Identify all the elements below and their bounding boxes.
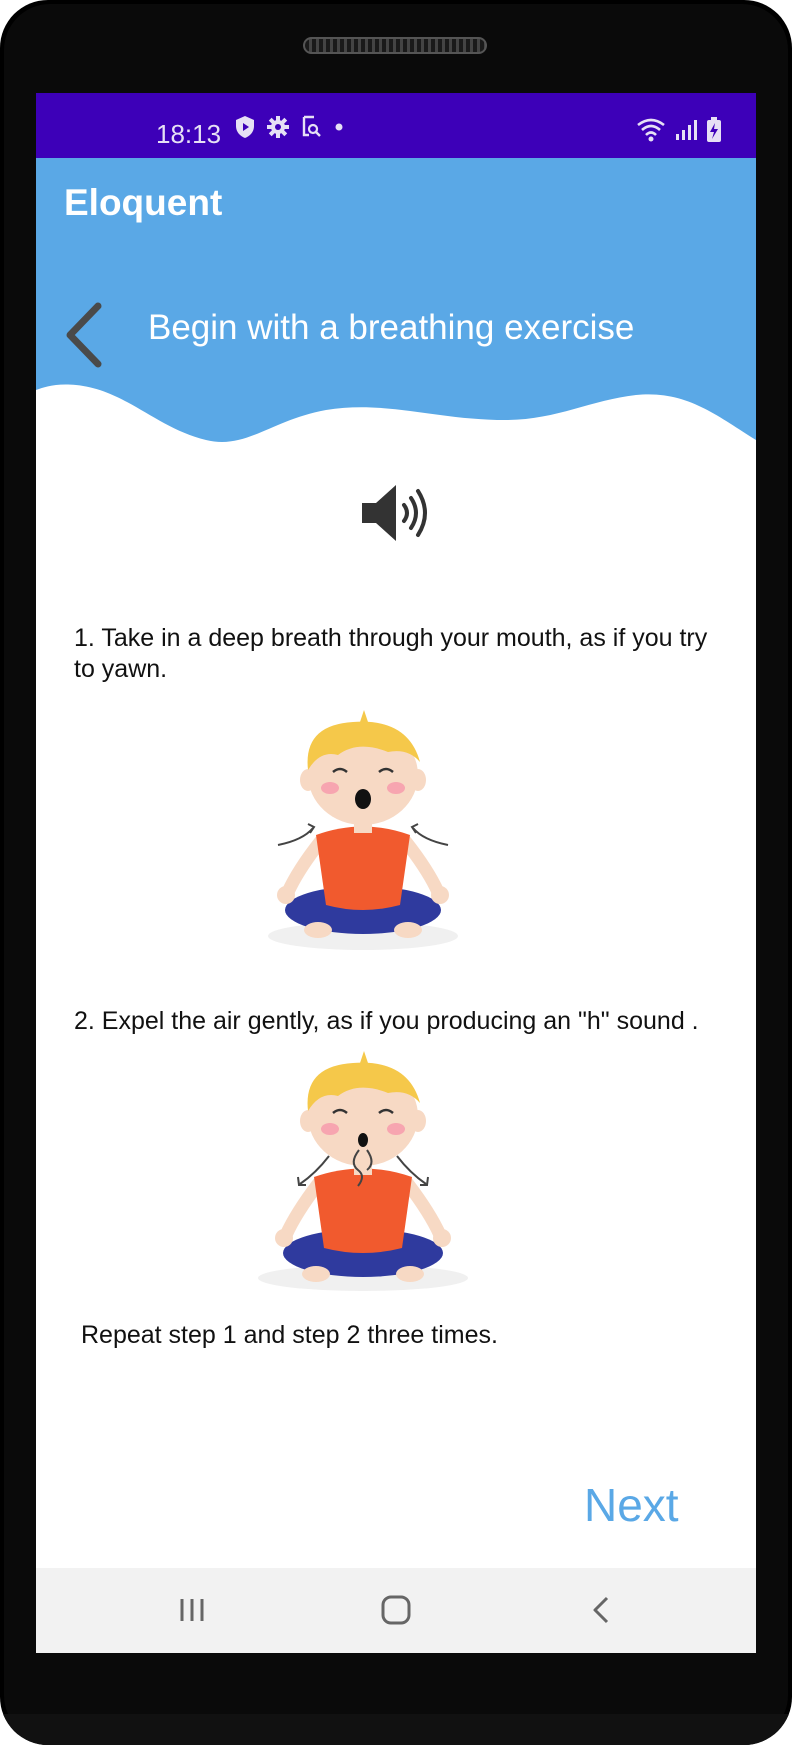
signal-icon (676, 120, 697, 140)
app-title: Eloquent (64, 182, 223, 223)
recent-apps-icon[interactable] (172, 1593, 212, 1627)
child-exhaling-illustration (258, 1051, 468, 1291)
repeat-instruction: Repeat step 1 and step 2 three times. (81, 1321, 498, 1349)
shield-play-icon (236, 116, 254, 138)
back-icon[interactable] (582, 1593, 622, 1627)
status-left-icons (234, 115, 346, 139)
child-inhaling-illustration (268, 710, 458, 950)
speaker-volume-icon[interactable] (358, 481, 434, 545)
status-bar: 18:13 (36, 93, 756, 158)
phone-chin (0, 1714, 792, 1745)
status-right-icons (636, 117, 722, 143)
next-button[interactable]: Next (584, 1478, 679, 1532)
dot-icon (335, 123, 343, 131)
screen: 18:13 Eloquent Begin with a breathing ex… (36, 93, 756, 1653)
header-band: Begin with a breathing exercise (36, 250, 756, 470)
header-wave-background (36, 250, 756, 443)
earpiece-speaker (303, 37, 487, 54)
chevron-left-icon[interactable] (60, 300, 110, 370)
wifi-icon (637, 118, 665, 142)
step-1-text: 1. Take in a deep breath through your mo… (74, 624, 708, 683)
phone-frame: 18:13 Eloquent Begin with a breathing ex… (0, 0, 792, 1745)
step-2-text: 2. Expel the air gently, as if you produ… (74, 1007, 699, 1035)
home-icon[interactable] (376, 1593, 416, 1627)
header-title: Begin with a breathing exercise (148, 308, 635, 347)
battery-charging-icon (707, 117, 721, 142)
screen-search-icon (302, 115, 321, 137)
system-nav-bar (36, 1568, 756, 1653)
status-time: 18:13 (156, 119, 222, 149)
gear-icon (267, 116, 289, 138)
app-bar: Eloquent (36, 158, 756, 251)
